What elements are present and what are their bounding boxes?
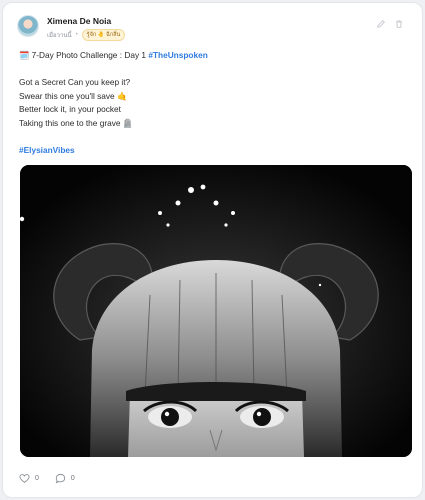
comment-count: 0: [70, 475, 75, 482]
post-photo[interactable]: [20, 165, 412, 457]
post-line-5: Better lock it, in your pocket: [19, 104, 121, 115]
author-avatar[interactable]: [17, 15, 39, 37]
author-name[interactable]: Ximena De Noia: [47, 16, 111, 26]
post-footer: 0 0: [19, 473, 75, 484]
post-time: เมื่อวานนี้: [47, 33, 72, 39]
line-spacer: [19, 131, 406, 145]
post-meta: เมื่อวานนี้ • รู้จัก 🤚 ฉีกลึ่น: [47, 29, 126, 41]
trash-icon[interactable]: [394, 19, 404, 29]
post-line-4: Swear this one you'll save 🤙: [19, 90, 128, 101]
heart-icon: [19, 473, 30, 484]
post-line-6: Taking this one to the grave 🪦: [19, 117, 134, 128]
hashtag-theunspoken[interactable]: #TheUnspoken: [148, 50, 207, 60]
comment-icon: [55, 473, 66, 484]
like-button[interactable]: 0: [19, 473, 39, 484]
like-count: 0: [35, 475, 39, 482]
post-card: Ximena De Noia เมื่อวานนี้ • รู้จัก 🤚 ฉี…: [2, 2, 423, 498]
meta-separator: •: [75, 32, 78, 38]
comment-button[interactable]: 0: [55, 473, 75, 484]
post-actions: [376, 19, 404, 29]
pencil-icon[interactable]: [376, 19, 386, 29]
hashtag-elysianvibes[interactable]: #ElysianVibes: [19, 145, 75, 155]
line-spacer: [19, 63, 406, 77]
post-line-3: Got a Secret Can you keep it?: [19, 77, 131, 88]
post-line-8: #ElysianVibes: [19, 144, 406, 158]
challenge-text: 🗓️ 7-Day Photo Challenge : Day 1: [19, 50, 149, 60]
post-body: 🗓️ 7-Day Photo Challenge : Day 1 #TheUns…: [19, 49, 406, 158]
post-header: Ximena De Noia เมื่อวานนี้ • รู้จัก 🤚 ฉี…: [17, 15, 408, 45]
audience-badge[interactable]: รู้จัก 🤚 ฉีกลึ่น: [81, 29, 126, 41]
post-line-1: 🗓️ 7-Day Photo Challenge : Day 1 #TheUns…: [19, 49, 406, 63]
